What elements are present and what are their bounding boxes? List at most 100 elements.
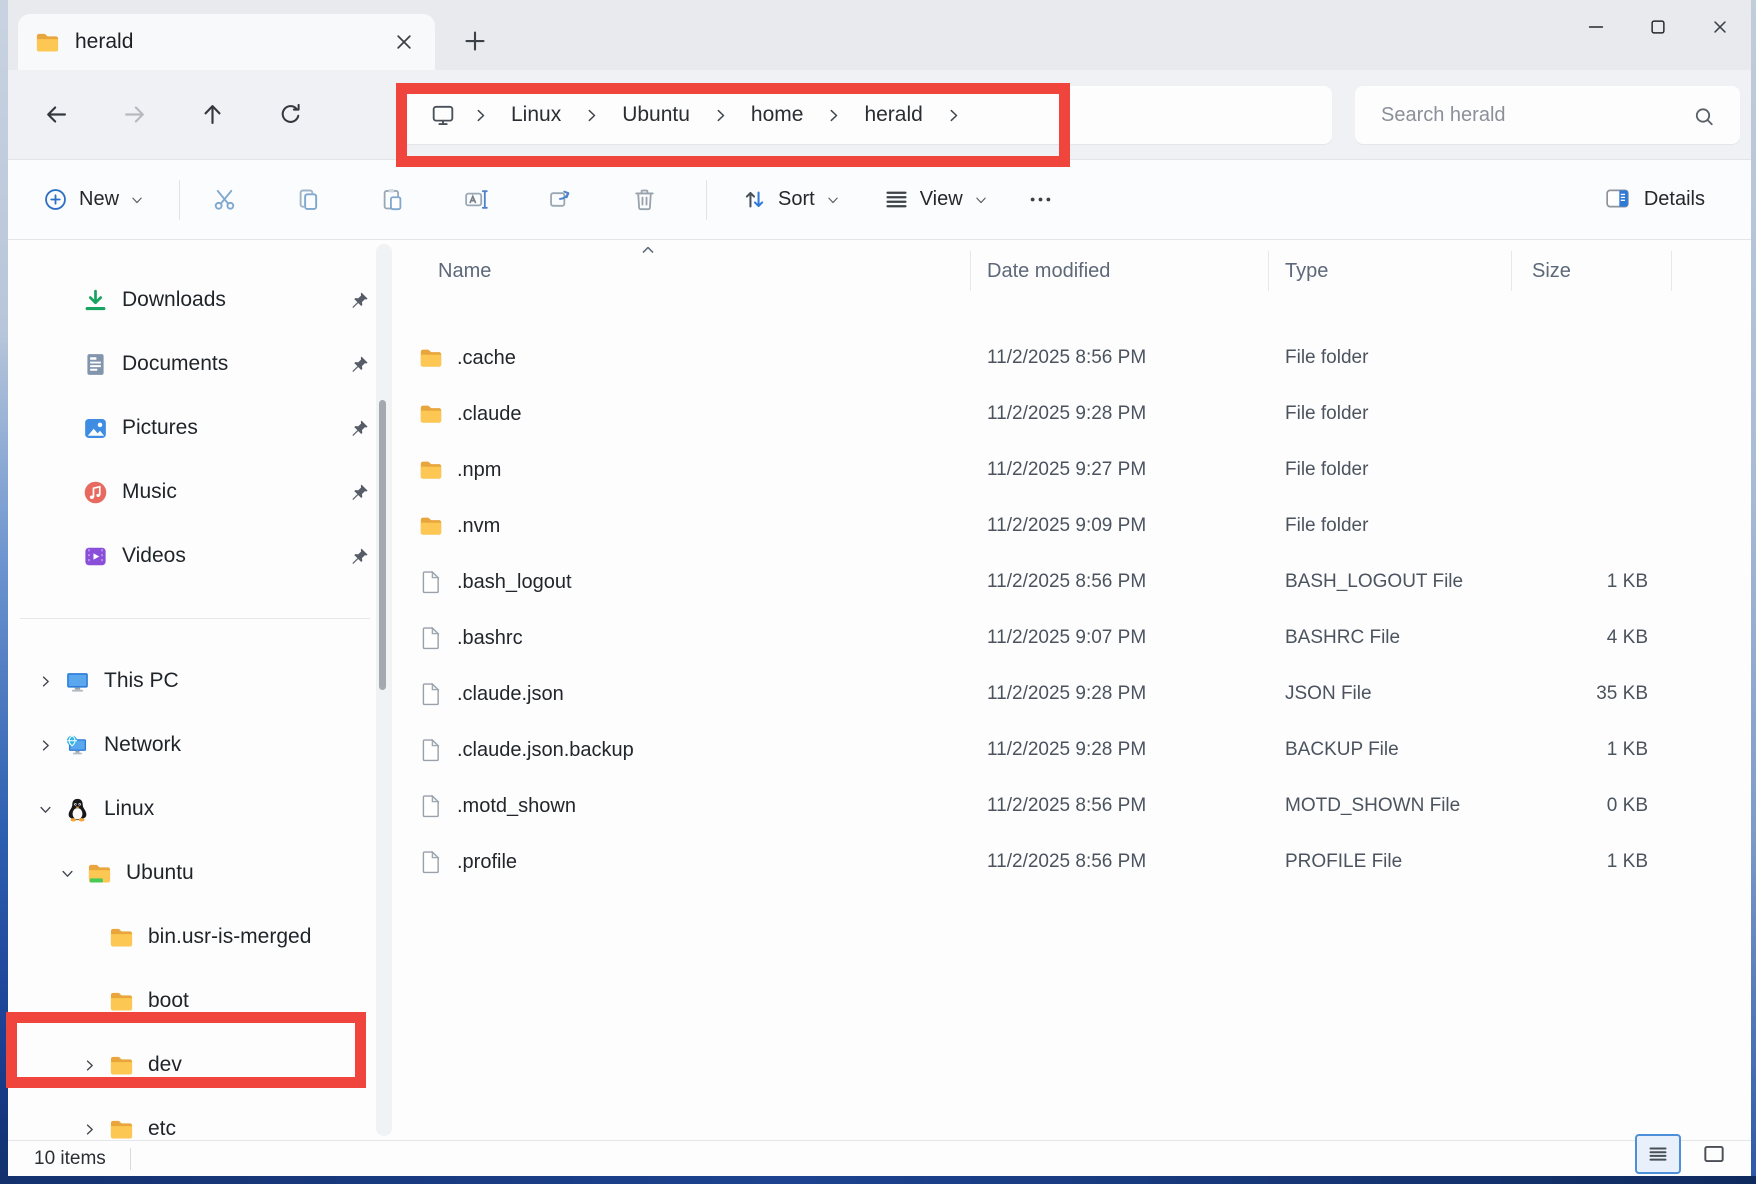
pin-icon (349, 418, 370, 439)
column-header-date-modified[interactable]: Date modified (971, 251, 1269, 291)
minimize-button[interactable] (1565, 0, 1627, 54)
cut-button[interactable] (202, 178, 246, 222)
up-button[interactable] (188, 91, 236, 139)
file-row--bash-logout[interactable]: .bash_logout11/2/2025 8:56 PMBASH_LOGOUT… (418, 554, 1751, 610)
desktop-icon[interactable] (430, 102, 456, 128)
paste-button[interactable] (370, 178, 414, 222)
pin-icon (349, 546, 370, 567)
search-icon[interactable] (1692, 103, 1716, 127)
thumbnail-view-toggle[interactable] (1691, 1134, 1737, 1174)
breadcrumb-segment-ubuntu[interactable]: Ubuntu (616, 99, 696, 131)
file-type: MOTD_SHOWN File (1269, 795, 1512, 817)
sidebar-item-label: Documents (122, 352, 228, 376)
column-header-type[interactable]: Type (1269, 251, 1512, 291)
folder-icon (108, 1052, 135, 1079)
view-button[interactable]: View (871, 178, 1001, 221)
back-button[interactable] (32, 91, 80, 139)
sidebar-item-this-pc[interactable]: This PC (8, 649, 384, 713)
breadcrumb-chevron-icon (471, 106, 490, 125)
chevron-right-icon[interactable] (76, 1121, 102, 1138)
folder-icon (418, 401, 444, 427)
chevron-right-icon[interactable] (76, 1057, 102, 1074)
sidebar-item-downloads[interactable]: Downloads (8, 268, 384, 332)
sidebar-item-etc[interactable]: etc (8, 1097, 384, 1140)
share-button[interactable] (538, 178, 582, 222)
details-button[interactable]: Details (1592, 177, 1717, 223)
sidebar-item-ubuntu[interactable]: Ubuntu (8, 841, 384, 905)
file-row--motd-shown[interactable]: .motd_shown11/2/2025 8:56 PMMOTD_SHOWN F… (418, 778, 1751, 834)
new-button[interactable]: New (30, 178, 157, 221)
file-row--nvm[interactable]: .nvm11/2/2025 9:09 PMFile folder (418, 498, 1751, 554)
file-row--claude-json-backup[interactable]: .claude.json.backup11/2/2025 9:28 PMBACK… (418, 722, 1751, 778)
column-header-spacer (1672, 251, 1751, 291)
breadcrumb-chevron-icon (824, 106, 843, 125)
sidebar-item-label: Ubuntu (126, 861, 194, 885)
file-name: .cache (457, 347, 516, 370)
sidebar-scrollbar-thumb[interactable] (379, 400, 386, 690)
forward-button[interactable] (110, 91, 158, 139)
sidebar-item-bin-usr-is-merged[interactable]: bin.usr-is-merged (8, 905, 384, 969)
details-pane-icon (1604, 185, 1634, 215)
sidebar-item-network[interactable]: Network (8, 713, 384, 777)
file-row--claude-json[interactable]: .claude.json11/2/2025 9:28 PMJSON File35… (418, 666, 1751, 722)
sidebar-item-videos[interactable]: Videos (8, 524, 384, 588)
sort-button[interactable]: Sort (729, 178, 853, 221)
sidebar-item-boot[interactable]: boot (8, 969, 384, 1033)
file-name: .motd_shown (457, 795, 576, 818)
sidebar-item-label: boot (148, 989, 189, 1013)
file-row--claude[interactable]: .claude11/2/2025 9:28 PMFile folder (418, 386, 1751, 442)
details-view-toggle[interactable] (1635, 1134, 1681, 1174)
toolbar-divider (179, 180, 180, 220)
sidebar-item-documents[interactable]: Documents (8, 332, 384, 396)
sidebar-item-music[interactable]: Music (8, 460, 384, 524)
refresh-button[interactable] (266, 91, 314, 139)
file-name: .claude (457, 403, 522, 426)
folder-icon (108, 1116, 135, 1141)
file-row--cache[interactable]: .cache11/2/2025 8:56 PMFile folder (418, 330, 1751, 386)
file-type: PROFILE File (1269, 851, 1512, 873)
delete-button[interactable] (622, 178, 666, 222)
file-row--bashrc[interactable]: .bashrc11/2/2025 9:07 PMBASHRC File4 KB (418, 610, 1751, 666)
chevron-down-icon[interactable] (32, 801, 58, 818)
music-icon (82, 479, 109, 506)
tab-close-icon[interactable] (391, 29, 417, 55)
file-row--profile[interactable]: .profile11/2/2025 8:56 PMPROFILE File1 K… (418, 834, 1751, 890)
file-type: JSON File (1269, 683, 1512, 705)
toolbar-divider (706, 180, 707, 220)
folder-icon (108, 924, 135, 951)
file-date-modified: 11/2/2025 9:27 PM (971, 459, 1269, 481)
file-icon (418, 793, 444, 819)
file-date-modified: 11/2/2025 9:07 PM (971, 627, 1269, 649)
sidebar-item-dev[interactable]: dev (8, 1033, 384, 1097)
chevron-down-icon[interactable] (54, 865, 80, 882)
details-button-label: Details (1644, 188, 1705, 211)
tab-herald[interactable]: herald (18, 14, 435, 70)
file-row--npm[interactable]: .npm11/2/2025 9:27 PMFile folder (418, 442, 1751, 498)
maximize-button[interactable] (1627, 0, 1689, 54)
copy-button[interactable] (286, 178, 330, 222)
sidebar-item-pictures[interactable]: Pictures (8, 396, 384, 460)
share-icon (547, 186, 574, 213)
file-date-modified: 11/2/2025 9:09 PM (971, 515, 1269, 537)
close-button[interactable] (1689, 0, 1751, 54)
column-header-size[interactable]: Size (1512, 251, 1672, 291)
search-box[interactable] (1355, 86, 1740, 144)
new-tab-button[interactable] (460, 26, 490, 56)
search-input[interactable] (1355, 104, 1692, 127)
breadcrumb-segment-home[interactable]: home (745, 99, 810, 131)
sidebar-scrollbar-track[interactable] (376, 244, 392, 1136)
chevron-right-icon[interactable] (32, 737, 58, 754)
item-count: 10 items (34, 1148, 106, 1170)
chevron-right-icon[interactable] (32, 673, 58, 690)
sidebar-item-linux[interactable]: Linux (8, 777, 384, 841)
breadcrumb: Linux Ubuntu home herald (430, 99, 963, 131)
sidebar-item-label: Videos (122, 544, 186, 568)
more-options-button[interactable] (1019, 178, 1063, 222)
column-header-name[interactable]: Name (418, 251, 971, 291)
breadcrumb-segment-linux[interactable]: Linux (505, 99, 567, 131)
file-name: .nvm (457, 515, 500, 538)
address-bar[interactable]: Linux Ubuntu home herald (400, 86, 1332, 144)
breadcrumb-segment-herald[interactable]: herald (858, 99, 928, 131)
rename-button[interactable] (454, 178, 498, 222)
file-type: File folder (1269, 459, 1512, 481)
